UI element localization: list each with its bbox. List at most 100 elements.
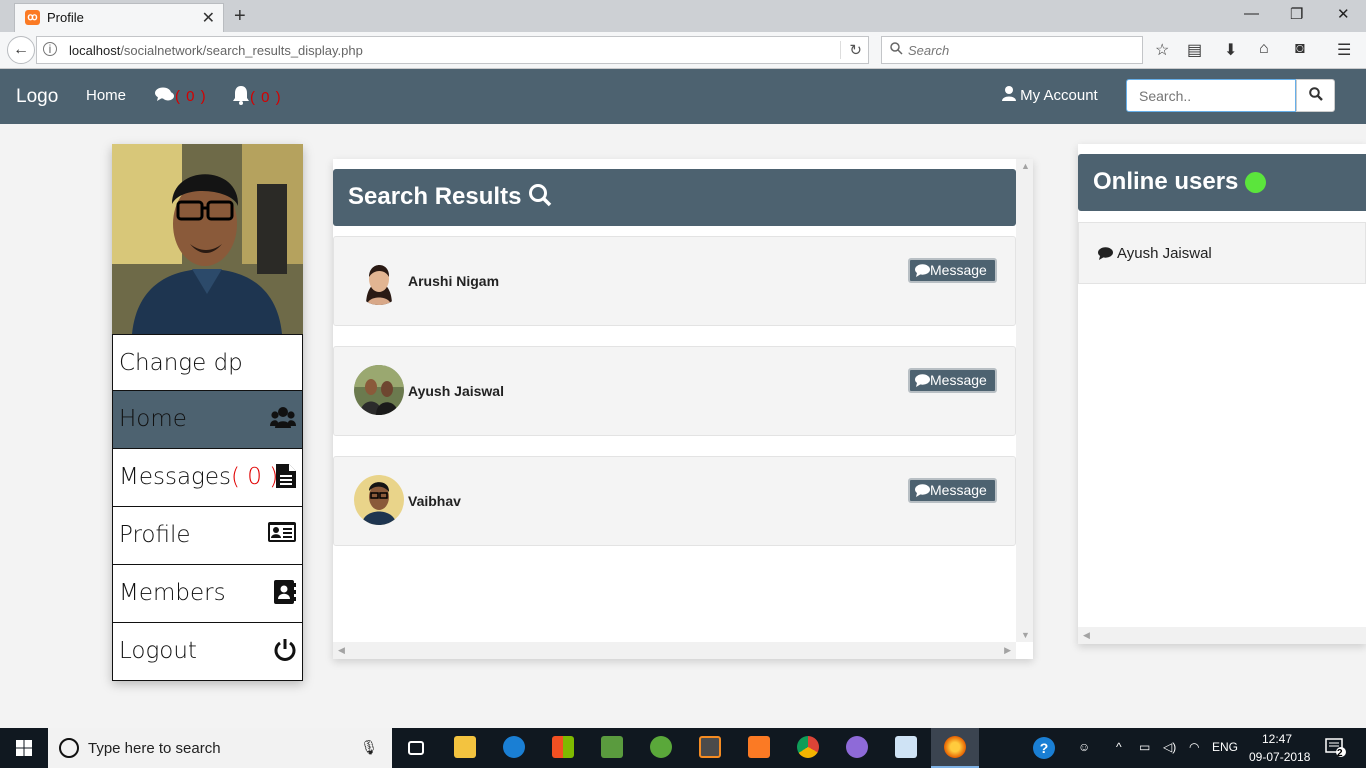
nav-home-link[interactable]: Home xyxy=(86,87,126,104)
search-result-row: Vaibhav Message xyxy=(333,456,1016,546)
message-button[interactable]: Message xyxy=(908,368,997,393)
info-icon[interactable]: i xyxy=(43,42,57,56)
task-view-icon xyxy=(408,741,424,755)
start-button[interactable] xyxy=(0,728,48,768)
pocket-icon[interactable]: ◙ xyxy=(1295,40,1305,58)
sidebar-item-logout[interactable]: Logout xyxy=(112,623,303,681)
address-bar[interactable]: i localhost/socialnetwork/search_results… xyxy=(36,36,869,64)
restore-button[interactable]: ❐ xyxy=(1290,5,1303,23)
sublime-text-icon xyxy=(699,736,721,758)
menu-hamburger-icon[interactable]: ☰ xyxy=(1337,40,1351,60)
notification-count-badge: 2 xyxy=(1337,748,1343,759)
nav-notifications-link[interactable]: ( 0 ) xyxy=(232,85,282,106)
result-user-name[interactable]: Ayush Jaiswal xyxy=(408,383,504,399)
close-window-button[interactable]: ✕ xyxy=(1337,5,1350,23)
result-user-name[interactable]: Vaibhav xyxy=(408,493,461,509)
reload-icon[interactable]: ↻ xyxy=(840,41,862,59)
scroll-left-icon[interactable]: ◀ xyxy=(338,645,345,656)
nav-messages-link[interactable]: ( 0 ) xyxy=(155,87,207,105)
taskbar-xampp[interactable] xyxy=(735,728,783,768)
sidebar-item-messages[interactable]: Messages( 0 ) xyxy=(112,449,303,507)
taskbar-paint[interactable] xyxy=(882,728,930,768)
result-user-name[interactable]: Arushi Nigam xyxy=(408,273,499,289)
back-button[interactable]: ← xyxy=(7,36,35,64)
volume-icon[interactable]: ◁) xyxy=(1163,740,1176,754)
site-search-button[interactable] xyxy=(1296,79,1335,112)
taskbar-store[interactable] xyxy=(539,728,587,768)
sidebar-item-members[interactable]: Members xyxy=(112,565,303,623)
browser-tab[interactable]: ꝏ Profile ✕ xyxy=(14,3,224,32)
battery-icon[interactable]: ▭ xyxy=(1139,740,1150,754)
microphone-icon[interactable]: 🎙 xyxy=(360,739,378,756)
horizontal-scrollbar[interactable]: ◀ ▶ xyxy=(333,642,1016,659)
scroll-down-icon[interactable]: ▼ xyxy=(1021,630,1030,640)
taskbar-edge[interactable] xyxy=(490,728,538,768)
download-icon[interactable]: ⬇ xyxy=(1224,40,1237,60)
site-search-field[interactable] xyxy=(1126,79,1296,112)
chevron-up-icon[interactable]: ^ xyxy=(1116,740,1122,754)
id-card-icon xyxy=(268,522,296,547)
reading-list-icon[interactable]: ▤ xyxy=(1187,40,1202,60)
evernote-icon xyxy=(601,736,623,758)
taskbar-tripadvisor[interactable] xyxy=(637,728,685,768)
sidebar-item-label: Members xyxy=(119,580,226,606)
user-avatar[interactable] xyxy=(354,255,404,305)
wifi-icon[interactable]: ◠ xyxy=(1189,740,1199,754)
scroll-left-icon[interactable]: ◀ xyxy=(1083,630,1090,641)
tab-title: Profile xyxy=(47,10,84,25)
vertical-scrollbar[interactable]: ▲ ▼ xyxy=(1016,159,1033,642)
bookmark-star-icon[interactable]: ☆ xyxy=(1155,40,1169,60)
search-results-title-text: Search Results xyxy=(348,183,522,210)
message-button[interactable]: Message xyxy=(908,478,997,503)
comments-icon xyxy=(155,87,174,101)
browser-search-placeholder: Search xyxy=(908,43,950,58)
xampp-icon xyxy=(748,736,770,758)
task-view-button[interactable] xyxy=(392,728,440,768)
taskbar-sublime[interactable] xyxy=(686,728,734,768)
action-center-icon[interactable] xyxy=(1325,738,1347,763)
site-search-input[interactable] xyxy=(1127,80,1295,111)
my-account-link[interactable]: My Account xyxy=(1002,86,1098,104)
clock-date[interactable]: 09-07-2018 xyxy=(1249,750,1310,764)
url-text: localhost/socialnetwork/search_results_d… xyxy=(69,43,363,58)
cat-app-icon xyxy=(846,736,868,758)
site-logo[interactable]: Logo xyxy=(16,86,58,108)
taskbar-chrome[interactable] xyxy=(784,728,832,768)
online-user-row[interactable]: Ayush Jaiswal xyxy=(1078,222,1366,284)
site-navbar: Logo Home ( 0 ) ( 0 ) My Account xyxy=(0,69,1366,124)
browser-search-box[interactable]: Search xyxy=(881,36,1143,64)
clock-time[interactable]: 12:47 xyxy=(1262,732,1292,746)
user-avatar[interactable] xyxy=(354,475,404,525)
browser-tab-bar: ꝏ Profile ✕ + — ❐ ✕ xyxy=(0,0,1366,32)
taskbar-app-cat[interactable] xyxy=(833,728,881,768)
sidebar-item-profile[interactable]: Profile xyxy=(112,507,303,565)
scroll-up-icon[interactable]: ▲ xyxy=(1021,161,1030,171)
online-users-header: Online users xyxy=(1078,154,1366,211)
people-icon[interactable]: ☺ xyxy=(1078,740,1090,754)
sidebar-item-label: Logout xyxy=(119,638,197,664)
taskbar-firefox[interactable] xyxy=(931,728,979,768)
url-host: localhost xyxy=(69,43,121,58)
sidebar-item-label: Home xyxy=(119,406,187,432)
taskbar-file-explorer[interactable] xyxy=(441,728,489,768)
help-icon[interactable]: ? xyxy=(1033,737,1055,759)
new-tab-button[interactable]: + xyxy=(234,5,246,28)
sidebar-item-change-dp[interactable]: Change dp xyxy=(112,334,303,391)
taskbar-evernote[interactable] xyxy=(588,728,636,768)
scroll-right-icon[interactable]: ▶ xyxy=(1004,645,1011,656)
xampp-favicon-icon: ꝏ xyxy=(25,10,40,25)
message-button[interactable]: Message xyxy=(908,258,997,283)
profile-sidebar: Change dp Home Messages( 0 ) Profile Mem… xyxy=(112,144,303,681)
language-indicator[interactable]: ENG xyxy=(1212,740,1238,754)
address-book-icon xyxy=(274,580,296,609)
sidebar-item-home[interactable]: Home xyxy=(112,391,303,449)
search-result-row: Arushi Nigam Message xyxy=(333,236,1016,326)
minimize-button[interactable]: — xyxy=(1244,5,1259,22)
home-icon[interactable]: ⌂ xyxy=(1259,40,1269,58)
taskbar-search[interactable]: Type here to search 🎙 xyxy=(48,728,392,768)
user-avatar[interactable] xyxy=(354,365,404,415)
search-icon xyxy=(1308,87,1323,101)
horizontal-scrollbar[interactable]: ◀ xyxy=(1078,627,1366,644)
windows-taskbar: Type here to search 🎙 ? ☺ ^ ▭ ◁) ◠ ENG 1… xyxy=(0,728,1366,768)
close-tab-icon[interactable]: ✕ xyxy=(202,8,215,28)
